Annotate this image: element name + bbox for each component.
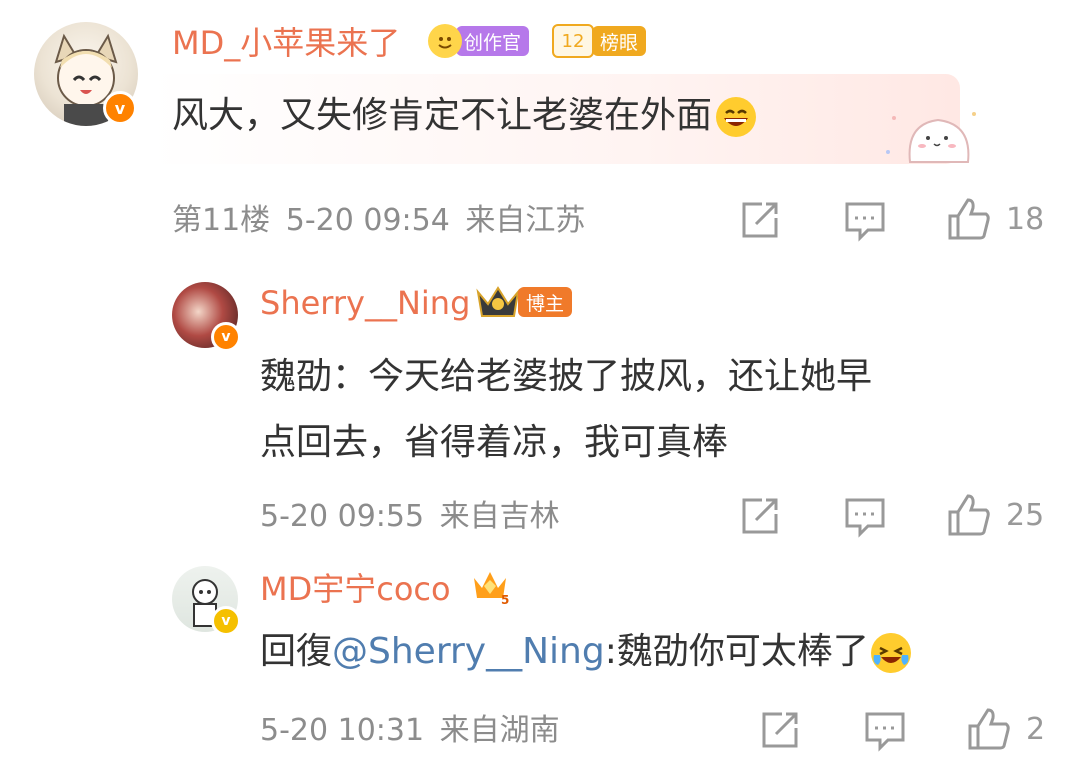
comment-icon	[865, 712, 905, 752]
like-count: 25	[1006, 497, 1045, 533]
reply-button[interactable]	[864, 710, 906, 752]
grinning-face-emoji	[716, 97, 757, 137]
blogger-badge[interactable]: 博主	[474, 282, 573, 322]
reply-text-line: 点回去，省得着凉，我可真棒	[260, 422, 729, 463]
comment-meta: 第11楼 5-20 09:54 来自江苏	[172, 200, 585, 242]
like-count: 2	[1026, 711, 1046, 747]
reply-meta: 5-20 09:55 来自吉林	[260, 496, 560, 538]
like-button[interactable]: 25	[946, 492, 1044, 538]
comment-text-body: 风大，又失修肯定不让老婆在外面	[172, 95, 713, 136]
reply-item: v Sherry__Ning 博主 魏劭：今天给老婆披了披风，还让她早 点回去，…	[0, 270, 1080, 540]
rank-badge-label: 榜眼	[592, 26, 647, 56]
location: 来自吉林	[439, 499, 560, 534]
reply-text-line: 魏劭：今天给老婆披了披风，还让她早	[260, 356, 873, 397]
timestamp: 5-20 09:55	[260, 499, 425, 534]
verified-badge: v	[211, 322, 241, 352]
comment-icon	[845, 498, 885, 538]
thumbs-up-icon	[948, 494, 990, 536]
like-button[interactable]: 2	[966, 706, 1045, 752]
level-badge-icon: 12	[552, 24, 594, 58]
floor-number: 第11楼	[172, 203, 271, 238]
comment-text: 风大，又失修肯定不让老婆在外面	[172, 92, 757, 140]
laughing-crying-face-emoji	[870, 633, 911, 673]
share-button[interactable]	[760, 710, 800, 750]
like-count: 18	[1006, 201, 1045, 237]
location: 来自湖南	[439, 713, 560, 748]
share-button[interactable]	[740, 200, 780, 240]
location: 来自江苏	[465, 203, 586, 238]
share-icon	[742, 202, 778, 238]
timestamp: 5-20 10:31	[260, 713, 425, 748]
share-button[interactable]	[740, 496, 780, 536]
reply-text: 魏劭：今天给老婆披了披风，还让她早 点回去，省得着凉，我可真棒	[260, 344, 872, 476]
badge-rank[interactable]: 12 榜眼	[552, 24, 647, 58]
timestamp: 5-20 09:54	[285, 203, 450, 238]
vip-crown-icon[interactable]: 5	[470, 568, 510, 606]
like-button[interactable]: 18	[946, 196, 1044, 242]
username[interactable]: Sherry__Ning	[260, 282, 470, 324]
reply-button[interactable]	[844, 200, 886, 242]
username[interactable]: MD_小苹果来了	[172, 22, 400, 64]
creator-badge-label: 创作官	[456, 26, 530, 56]
thumbs-up-icon	[948, 198, 990, 240]
reply-text-body: :魏劭你可太棒了	[604, 631, 869, 672]
reply-button[interactable]	[844, 496, 886, 538]
verified-badge: v	[211, 606, 241, 636]
reply-prefix: 回復	[260, 631, 333, 672]
reply-item: v MD宇宁coco 5 回復@Sherry__Ning:魏劭你可太棒了 5-2…	[0, 560, 1080, 772]
reply-text: 回復@Sherry__Ning:魏劭你可太棒了	[260, 624, 911, 680]
crown-icon	[476, 286, 520, 317]
svg-text:5: 5	[501, 593, 509, 606]
reply-meta: 5-20 10:31 来自湖南	[260, 710, 560, 752]
username[interactable]: MD宇宁coco	[260, 568, 451, 610]
comment-icon	[845, 202, 885, 242]
comment-item: v MD_小苹果来了 创作官 12 榜眼 风大，又失修肯定不让老婆在外面 第11…	[0, 0, 1080, 260]
mention-link[interactable]: @Sherry__Ning	[332, 631, 605, 672]
share-icon	[742, 498, 778, 534]
share-icon	[762, 712, 798, 748]
thumbs-up-icon	[968, 708, 1010, 750]
verified-badge: v	[103, 91, 137, 125]
badge-creator[interactable]: 创作官	[428, 24, 530, 58]
mascot-sticker-icon	[880, 104, 980, 170]
creator-badge-icon	[428, 24, 462, 58]
blogger-badge-label: 博主	[518, 287, 573, 317]
